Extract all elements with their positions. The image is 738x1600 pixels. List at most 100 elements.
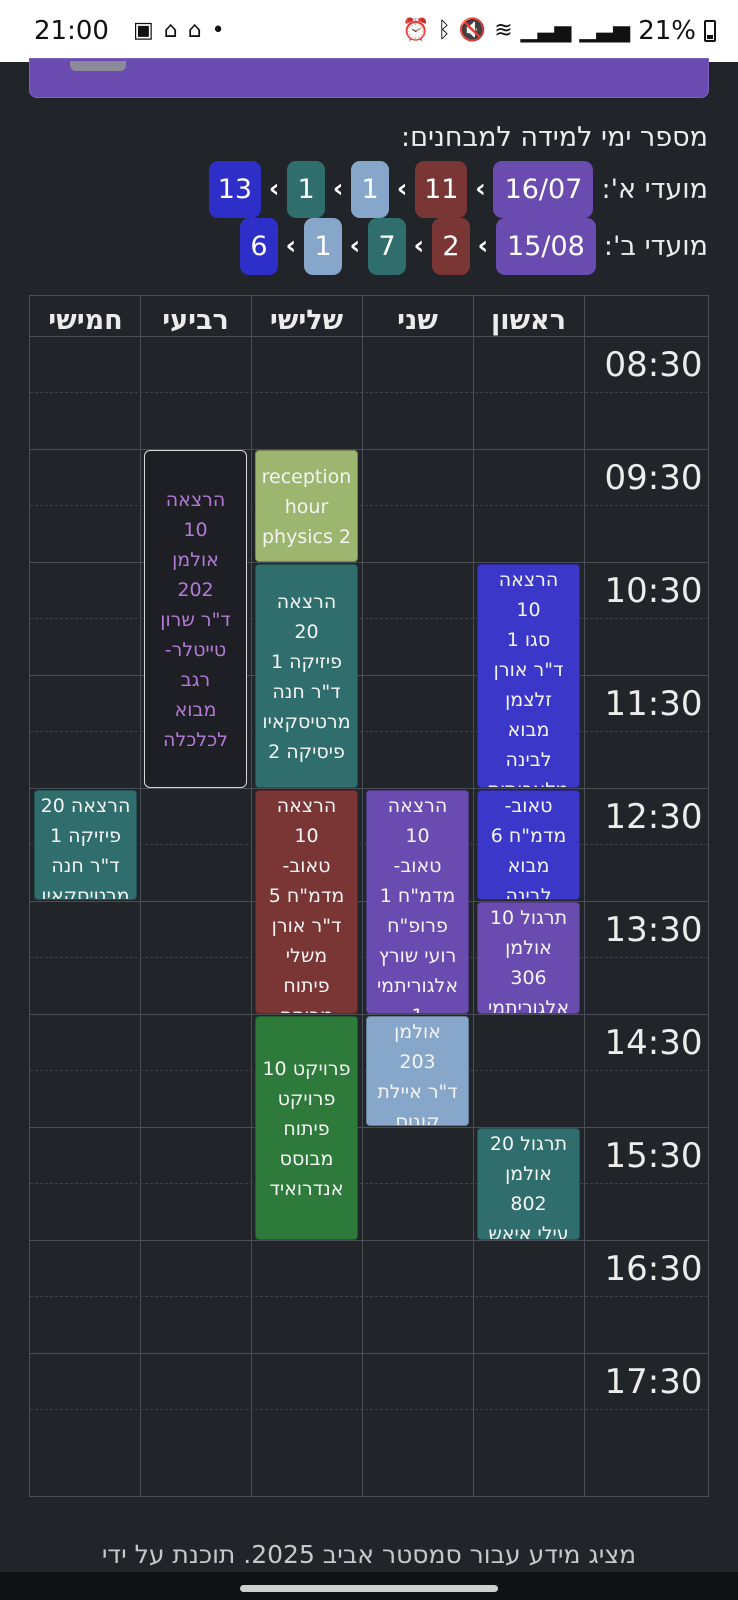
class-event[interactable]: פרויקט 10 פרויקט פיתוח מבוסס אנדרואיד [255,1016,358,1240]
event-text-line: 10 [405,825,430,847]
event-text-line: אלגוריתמי [487,997,570,1014]
event-text-line: הרצאה [165,489,226,511]
event-text-line: מבוסס [259,1001,354,1013]
banner-button[interactable] [70,61,126,71]
event-text-line: מרטיסקאיו [262,711,351,733]
class-event[interactable]: אולמן203ד"ר איילתקוגוסמבוא [366,1016,469,1126]
event-text-line: ד"ר איילת [377,1081,458,1103]
event-text-line: טייטלר- [164,639,227,661]
exam-row-moed-b: מועדי ב': 15/08 ‹ 2 ‹ 7 ‹ 1 ‹ 6 [239,217,708,275]
event-text-line: 10 [183,519,208,541]
event-text-line: פיזיקה 1 [50,825,121,847]
event-text-line: אלגוריתמי [376,975,459,997]
event-text-line: ד"ר אורן [493,659,564,681]
event-text-line: 20 [294,621,319,643]
signal-icon-2: ▁▃▅ [579,18,631,43]
event-text-line: ד"ר חנה [51,855,120,877]
event-text-line: 203 [399,1051,436,1073]
battery-percent: 21% [638,16,696,46]
gallery-icon: ▣ [132,18,154,43]
column-divider [140,296,141,1496]
event-text-line: רגב [180,669,211,691]
chevron-left-icon: ‹ [268,174,280,204]
time-label: 13:30 [604,910,703,950]
study-days-pill: 11 [415,160,468,218]
event-text-line: מדמ"ח 5 [268,885,345,907]
top-banner [29,58,709,98]
event-text-line: hour [284,496,329,518]
study-days-pill: 7 [367,217,406,275]
class-event[interactable]: תרגול 20אולמן802עילי איאשפיסיקה 2 [477,1128,580,1240]
event-text-line: מרטיסקאיו [41,885,130,900]
event-text-line: ד"ר שרון [160,609,231,631]
event-text-line: מדמ"ח 6 [490,825,567,847]
event-text-line: ד"ר חנה [272,681,341,703]
class-event[interactable]: טאוב- מדמ"ח 6 מבוא לבינה [477,790,580,900]
class-event[interactable]: הרצאה 10 טאוב- מדמ"ח 5 ד"ר אורן משלי פיתוח מבוס… [255,790,358,1014]
footer-text: מציג מידע עבור סמסטר אביב 2025. תוכנת על… [101,1540,637,1569]
event-text-line: טאוב- [393,855,442,877]
event-text-line: זלצמן [505,689,552,711]
exam-days-title: מספר ימי למידה למבחנים: [400,122,708,153]
event-text-line: 1 [370,1001,465,1013]
study-days-pill: 2 [431,217,470,275]
class-event[interactable]: הרצאה 20פיזיקה 1ד"ר חנהמרטיסקאיופיסיקה 2 [34,790,137,900]
chevron-left-icon: ‹ [475,174,486,204]
study-days-pill: 1 [303,217,342,275]
wifi-icon: ≋ [494,18,513,43]
status-left: 21:00 ▣ ⌂ ⌂ • [34,16,225,46]
mosque-icon-2: ⌂ [187,18,202,43]
event-text-line: אולמן [394,1021,441,1043]
chevron-left-icon: ‹ [396,174,408,204]
event-text-line: הרצאה [276,591,337,613]
time-label: 10:30 [604,571,703,611]
class-event[interactable]: reception hour physics 2 [255,450,358,562]
class-event[interactable]: הרצאה 10 אולמן 202 ד"ר שרון טייטלר- רגב מבוא לכל… [144,450,247,788]
status-time: 21:00 [34,16,109,46]
chevron-left-icon: ‹ [349,231,361,261]
battery-icon [704,20,716,42]
notification-dot: • [211,18,225,43]
event-text-line: מבוסס [279,1148,334,1170]
status-right: ⏰ ᛒ 🔇 ≋ ▁▃▅ ▁▃▅ 21% [402,16,716,46]
mute-icon: 🔇 [458,18,487,43]
chevron-left-icon: ‹ [285,231,297,261]
column-divider [473,296,474,1496]
exam-row-moed-a: מועדי א': 16/07 ‹ 11 ‹ 1 ‹ 1 ‹ 13 [208,160,708,218]
event-text-line: קוגוס [395,1111,440,1126]
chevron-left-icon: ‹ [413,231,425,261]
event-text-line: לכלכלה [163,729,228,751]
class-event[interactable]: תרגול 10אולמן306אלגוריתמי1 [477,902,580,1014]
class-event[interactable]: הרצאה 20 פיזיקה 1 ד"ר חנה מרטיסקאיו פיסיקה 2 [255,564,358,788]
exam-date-pill: 15/08 [495,217,596,275]
class-event[interactable]: הרצאה 10 טאוב- מדמ"ח 1 פרופ"ח רועי שורץ אלגורי… [366,790,469,1014]
event-text-line: לבינה [505,885,552,900]
event-text-line: ד"ר אורן [271,915,342,937]
bluetooth-icon: ᛒ [437,18,451,43]
event-text-line: אולמן [505,937,552,959]
event-text-line: 306 [510,967,547,989]
study-days-pill: 1 [351,160,390,218]
exam-row-label: מועדי א': [601,173,708,205]
event-text-line: משלי [285,945,328,967]
event-text-line: פיתוח [283,1118,330,1140]
app-page: 21:00 ▣ ⌂ ⌂ • ⏰ ᛒ 🔇 ≋ ▁▃▅ ▁▃▅ 21% מספר י… [0,0,738,1600]
event-text-line: הרצאה 20 [40,795,131,817]
class-event[interactable]: הרצאה 10 סגו 1 ד"ר אורן זלצמן מבוא לבינה מלאכות… [477,564,580,788]
event-text-line: פיסיקה 2 [268,741,345,763]
event-text-line: מלאכותית [481,775,576,787]
study-days-pill: 6 [239,217,278,275]
event-text-line: reception [261,466,352,488]
event-text-line: עילי איאש [488,1223,569,1240]
home-gesture-bar[interactable] [240,1585,498,1592]
event-text-line: 10 [294,825,319,847]
event-text-line: הרצאה [498,569,559,591]
event-text-line: פיזיקה 1 [271,651,342,673]
time-label: 14:30 [604,1023,703,1063]
event-text-line: פרויקט [277,1088,336,1110]
time-label: 09:30 [604,458,703,498]
event-text-line: טאוב- [282,855,331,877]
event-text-line: טאוב- [504,795,553,817]
event-text-line: physics 2 [262,526,351,548]
event-text-line: 802 [510,1193,547,1215]
